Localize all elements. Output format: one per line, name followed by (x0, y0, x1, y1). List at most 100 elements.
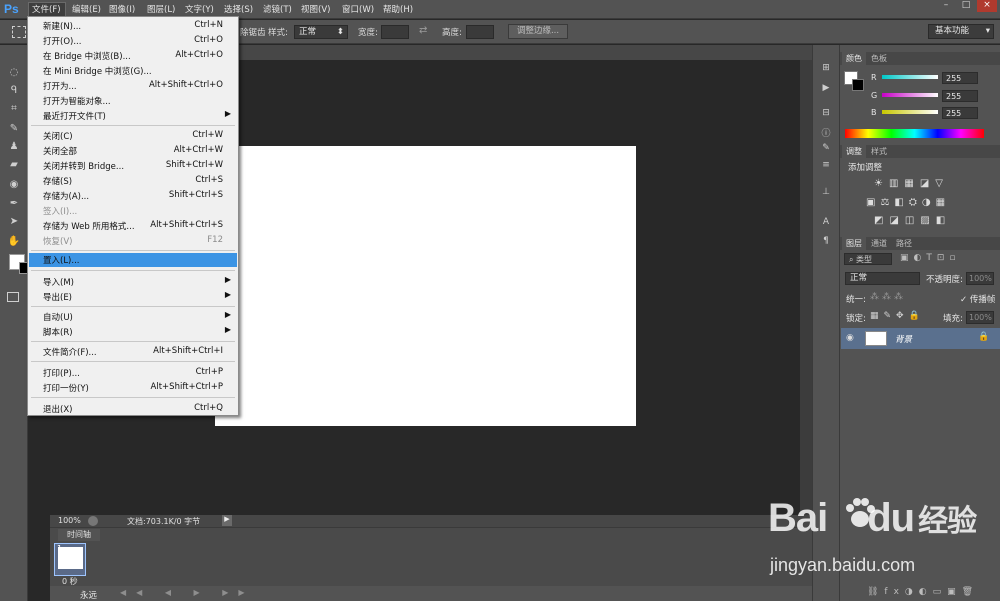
hand-tool-icon[interactable]: ✋ (6, 235, 22, 248)
menu-item-save[interactable]: 存储(S) Ctrl+S (29, 174, 237, 188)
playback-controls[interactable]: ◀◀ ◀ ▶ ▶▶ (120, 588, 255, 597)
layer-filter-select[interactable]: ⌕ 类型 (844, 253, 892, 265)
fill-field[interactable]: 100% (966, 311, 994, 324)
clone-source-icon[interactable]: ⊥ (818, 187, 834, 199)
menu-edit[interactable]: 编辑(E) (72, 3, 101, 16)
document-canvas[interactable] (215, 146, 636, 426)
eyedropper-tool-icon[interactable]: ✎ (6, 122, 22, 135)
menu-item-open-as[interactable]: 打开为... Alt+Shift+Ctrl+O (29, 79, 237, 93)
menu-item-browse-mini-bridge[interactable]: 在 Mini Bridge 中浏览(G)... (29, 64, 237, 78)
timeline-tab[interactable]: 时间轴 (58, 529, 100, 541)
unify-icons[interactable]: ⁂⁂⁂ (870, 292, 906, 302)
actions-icon[interactable]: ▶ (818, 83, 834, 95)
opacity-field[interactable]: 100% (966, 272, 994, 285)
adjustment-icons-row3[interactable]: ◩◪◫▨◧ (874, 215, 951, 226)
vertical-scrollbar[interactable] (800, 60, 812, 515)
menu-item-file-info[interactable]: 文件简介(F)... Alt+Shift+Ctrl+I (29, 345, 237, 359)
adjustment-icons-row2[interactable]: ▣⚖◧⛭◑▦ (866, 197, 950, 208)
menu-item-print[interactable]: 打印(P)... Ctrl+P (29, 366, 237, 380)
opacity-label: 不透明度: (926, 275, 963, 285)
height-field[interactable] (466, 25, 494, 39)
menu-file[interactable]: 文件(F) (28, 2, 66, 17)
path-select-tool-icon[interactable]: ➤ (6, 215, 22, 228)
menu-item-exit[interactable]: 退出(X) Ctrl+Q (29, 402, 237, 416)
marquee-tool-icon[interactable]: ◌ (6, 66, 22, 79)
layers-footer-icons[interactable]: ⛓fx◑◐▭▣🗑 (841, 587, 1000, 601)
menu-image[interactable]: 图像(I) (109, 3, 135, 16)
channel-g-slider[interactable] (882, 93, 938, 97)
menu-item-export[interactable]: 导出(E) ▶ (29, 290, 237, 304)
menu-select[interactable]: 选择(S) (224, 3, 253, 16)
info-icon[interactable]: ⓘ (818, 126, 834, 139)
character-icon[interactable]: A (818, 217, 834, 229)
tab-channels[interactable]: 通道 (867, 237, 891, 250)
adjustment-icons-row1[interactable]: ☀▥▦◪▽ (874, 178, 949, 189)
tab-color[interactable]: 颜色 (842, 52, 866, 65)
blur-tool-icon[interactable]: ◉ (6, 178, 22, 191)
menu-item-close-goto-bridge[interactable]: 关闭并转到 Bridge... Shift+Ctrl+W (29, 159, 237, 173)
tab-paths[interactable]: 路径 (892, 237, 916, 250)
paragraph-icon[interactable]: ¶ (818, 236, 834, 248)
tab-styles[interactable]: 样式 (867, 145, 891, 158)
menu-item-close-all[interactable]: 关闭全部 Alt+Ctrl+W (29, 144, 237, 158)
status-icon[interactable] (88, 516, 98, 526)
minimize-button[interactable]: – (936, 0, 956, 12)
menu-item-new[interactable]: 新建(N)... Ctrl+N (29, 19, 237, 33)
layer-filter-icons[interactable]: ▣◐T⊡▫ (900, 253, 961, 263)
triangle-right-icon[interactable]: ▶ (222, 515, 232, 526)
menu-item-open[interactable]: 打开(O)... Ctrl+O (29, 34, 237, 48)
menu-item-open-smart-object[interactable]: 打开为智能对象... (29, 94, 237, 108)
menu-layer[interactable]: 图层(L) (147, 3, 175, 16)
stamp-tool-icon[interactable]: ♟ (6, 140, 22, 153)
menu-type[interactable]: 文字(Y) (185, 3, 214, 16)
crop-tool-icon[interactable]: ⌗ (6, 102, 22, 115)
menu-help[interactable]: 帮助(H) (383, 3, 413, 16)
brush-presets-icon[interactable]: ≡ (818, 160, 834, 172)
brush-icon[interactable]: ✎ (818, 143, 834, 155)
channel-r-slider[interactable] (882, 75, 938, 79)
menu-item-recent[interactable]: 最近打开文件(T) ▶ (29, 109, 237, 123)
menu-window[interactable]: 窗口(W) (342, 3, 374, 16)
bg-color-preview[interactable] (852, 79, 864, 91)
refine-edge-button[interactable]: 调整边缘... (508, 24, 568, 39)
menu-view[interactable]: 视图(V) (301, 3, 330, 16)
width-field[interactable] (381, 25, 409, 39)
layer-name[interactable]: 背景 (895, 333, 912, 345)
menu-item-save-for-web[interactable]: 存储为 Web 所用格式... Alt+Shift+Ctrl+S (29, 219, 237, 233)
style-select[interactable]: 正常 ⬍ (294, 25, 348, 39)
pen-tool-icon[interactable]: ✒ (6, 197, 22, 210)
eye-icon[interactable]: ◉ (846, 333, 854, 343)
maximize-button[interactable]: □ (956, 0, 976, 12)
tab-layers[interactable]: 图层 (842, 237, 866, 250)
workspace-select[interactable]: 基本功能 ▾ (928, 24, 994, 39)
menu-filter[interactable]: 滤镜(T) (263, 3, 292, 16)
channel-b-slider[interactable] (882, 110, 938, 114)
propagate-checkbox[interactable]: ✓ 传播帧 (960, 293, 995, 305)
menu-item-place[interactable]: 置入(L)... (29, 253, 237, 267)
menu-item-browse-bridge[interactable]: 在 Bridge 中浏览(B)... Alt+Ctrl+O (29, 49, 237, 63)
quick-mask-icon[interactable] (7, 292, 19, 302)
menu-item-print-one[interactable]: 打印一份(Y) Alt+Shift+Ctrl+P (29, 381, 237, 395)
swap-icon[interactable]: ⇄ (419, 25, 427, 36)
menu-item-import[interactable]: 导入(M) ▶ (29, 275, 237, 289)
history-icon[interactable]: ⊞ (818, 63, 834, 75)
eraser-tool-icon[interactable]: ▰ (6, 158, 22, 171)
menu-item-automate[interactable]: 自动(U) ▶ (29, 310, 237, 324)
zoom-level[interactable]: 100% (58, 516, 81, 525)
menu-item-save-as[interactable]: 存储为(A)... Shift+Ctrl+S (29, 189, 237, 203)
channel-r-value[interactable]: 255 (942, 72, 978, 84)
loop-select[interactable]: 永远 (80, 589, 97, 601)
color-spectrum[interactable] (845, 129, 984, 138)
channel-g-value[interactable]: 255 (942, 90, 978, 102)
tab-adjustments[interactable]: 调整 (842, 145, 866, 158)
lock-icons[interactable]: ▦✎✥🔒 (870, 311, 925, 321)
properties-icon[interactable]: ⊟ (818, 108, 834, 120)
menu-item-scripts[interactable]: 脚本(R) ▶ (29, 325, 237, 339)
close-button[interactable]: × (977, 0, 997, 12)
channel-b-value[interactable]: 255 (942, 107, 978, 119)
tab-swatches[interactable]: 色板 (867, 52, 891, 65)
marquee-preset-icon[interactable] (12, 26, 26, 38)
menu-item-close[interactable]: 关闭(C) Ctrl+W (29, 129, 237, 143)
blend-mode-select[interactable]: 正常 (845, 272, 920, 285)
lasso-tool-icon[interactable]: ᑫ (6, 84, 22, 97)
